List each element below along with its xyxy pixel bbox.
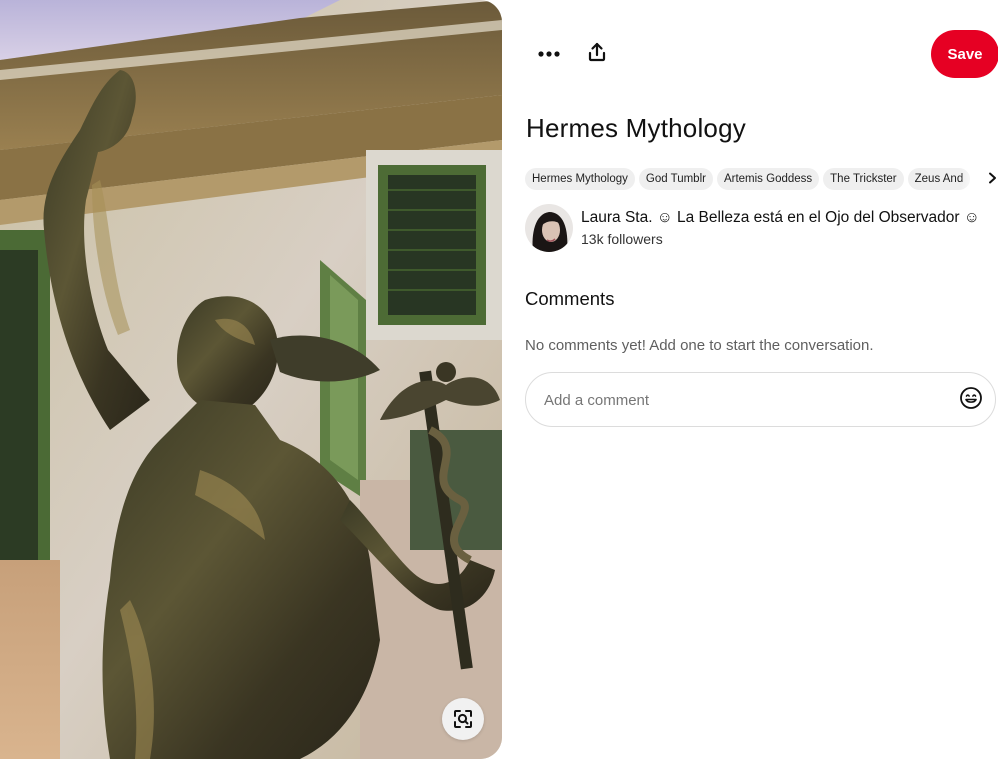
comments-heading: Comments: [525, 288, 615, 309]
creator-info: Laura Sta. ☺ La Belleza está en el Ojo d…: [525, 202, 998, 252]
more-icon: [538, 45, 560, 63]
emoji-button[interactable]: [958, 386, 984, 415]
tags-scroll-right-button[interactable]: [986, 170, 998, 190]
no-comments-message: No comments yet! Add one to start the co…: [525, 337, 874, 354]
share-icon: [587, 42, 607, 67]
visual-search-button[interactable]: [442, 698, 484, 740]
avatar[interactable]: [525, 204, 573, 252]
tag-hermes-mythology[interactable]: Hermes Mythology: [525, 168, 635, 190]
comment-box[interactable]: [525, 372, 996, 427]
pin-page: Save Hermes Mythology Hermes Mythology Go…: [0, 0, 998, 759]
emoji-icon: [959, 386, 983, 415]
pin-photo: [0, 0, 502, 759]
creator-followers: 13k followers: [581, 231, 663, 247]
chevron-right-icon: [988, 171, 997, 189]
pin-image[interactable]: [0, 0, 502, 759]
save-button[interactable]: Save: [931, 30, 998, 78]
related-tags: Hermes Mythology God Tumblr Artemis Goddes…: [525, 168, 998, 192]
creator-name[interactable]: Laura Sta. ☺ La Belleza está en el Ojo d…: [581, 209, 980, 227]
tag-the-trickster[interactable]: The Trickster: [823, 168, 904, 190]
more-options-button[interactable]: [531, 36, 567, 72]
tag-artemis-goddess[interactable]: Artemis Goddess: [716, 168, 820, 190]
tag-god-tumblr[interactable]: God Tumblr: [638, 168, 713, 190]
pin-toolbar: Save: [525, 30, 998, 78]
visual-search-icon: [452, 708, 474, 730]
pin-title: Hermes Mythology: [526, 113, 746, 143]
comment-input[interactable]: [542, 385, 946, 415]
share-button[interactable]: [579, 36, 615, 72]
